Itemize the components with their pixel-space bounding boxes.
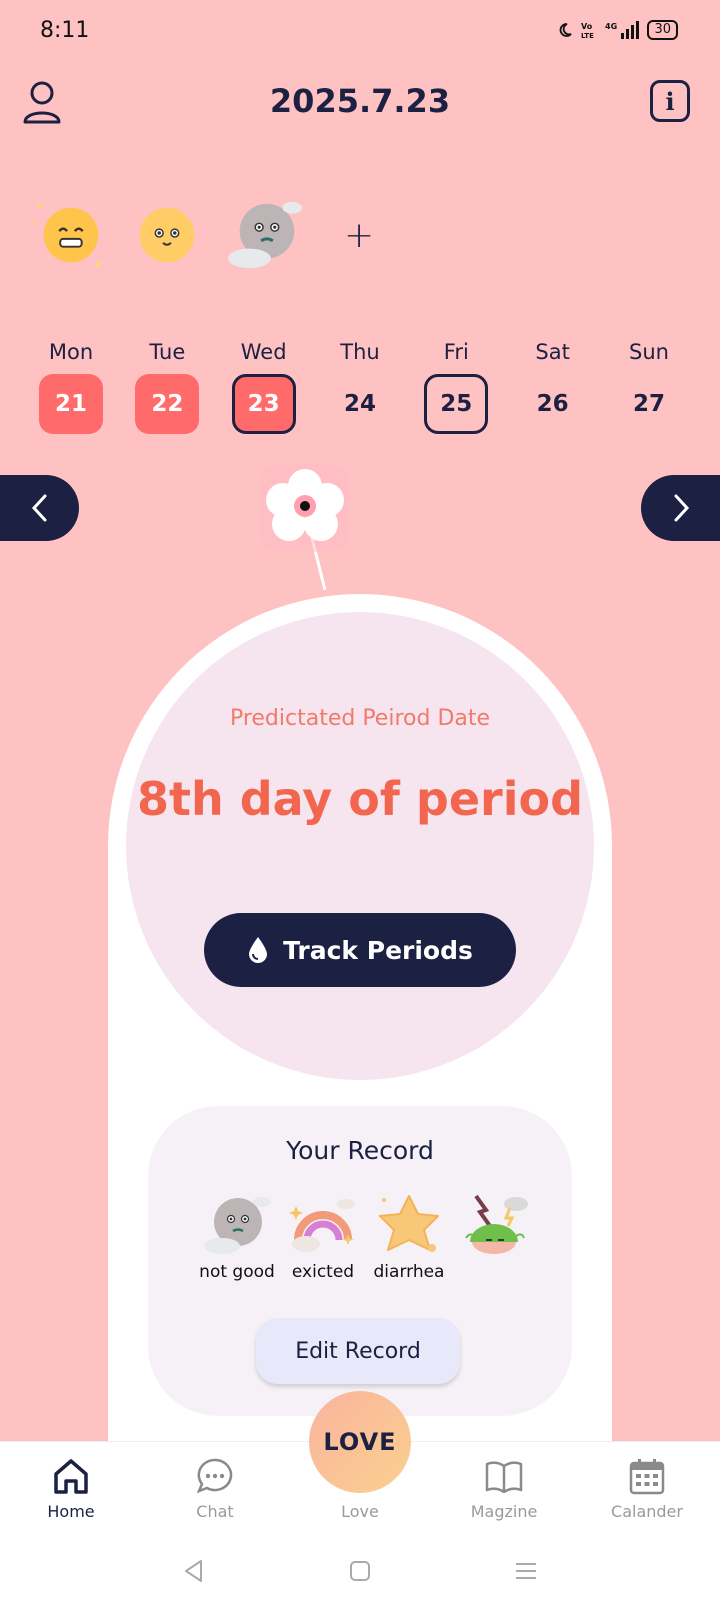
status-time: 8:11 — [40, 18, 90, 43]
page-title: 2025.7.23 — [269, 82, 451, 120]
nav-chat[interactable]: Chat — [155, 1456, 275, 1521]
day-wed[interactable]: Wed 23 — [219, 340, 309, 434]
day-name: Sat — [535, 340, 570, 364]
svg-text:LTE: LTE — [581, 32, 594, 39]
book-icon — [485, 1461, 523, 1494]
calendar-icon — [629, 1459, 665, 1495]
flower-icon — [261, 464, 349, 591]
day-number: 25 — [424, 374, 489, 434]
day-number: 27 — [632, 391, 665, 417]
nav-magazine[interactable]: Magzine — [444, 1456, 564, 1521]
day-number: 23 — [231, 374, 296, 434]
info-icon: i — [665, 86, 675, 116]
status-icons: Vo LTE 4G 30 — [557, 20, 678, 40]
prediction-label: Predictated Peirod Date — [229, 706, 491, 731]
moon-cloud-sticker-icon — [204, 1197, 271, 1254]
home-icon — [54, 1459, 88, 1494]
svg-text:Vo: Vo — [581, 22, 593, 31]
day-name: Wed — [240, 340, 287, 364]
info-button[interactable]: i — [650, 80, 690, 122]
header: 2025.7.23 i — [0, 72, 720, 132]
nav-label: Love — [341, 1502, 379, 1521]
day-name: Tue — [149, 340, 186, 364]
battery-indicator: 30 — [647, 20, 678, 40]
moon-icon — [560, 23, 573, 37]
day-number: 26 — [536, 391, 569, 417]
chevron-left-icon — [31, 494, 46, 522]
status-bar: 8:11 Vo LTE 4G 30 — [0, 0, 720, 60]
add-mood-button[interactable]: + — [344, 215, 374, 256]
svg-text:4G: 4G — [605, 22, 617, 31]
signal-icon: 4G — [605, 21, 640, 39]
record-card: Your Record not good exicted diarrhea Ed… — [148, 1106, 572, 1416]
nav-label: Calander — [611, 1502, 683, 1521]
back-icon[interactable] — [181, 1558, 207, 1584]
record-items: not good exicted diarrhea — [196, 1192, 536, 1284]
nav-home[interactable]: Home — [11, 1456, 131, 1521]
moon-cloud-sticker-icon[interactable] — [226, 196, 304, 274]
love-fab-button[interactable]: LOVE — [309, 1391, 411, 1493]
nav-calendar[interactable]: Calander — [587, 1456, 707, 1521]
chat-icon — [196, 1458, 233, 1494]
chevron-right-icon — [674, 494, 689, 522]
prediction-value: 8th day of period — [136, 772, 584, 826]
day-mon[interactable]: Mon 21 — [26, 340, 116, 434]
day-name: Mon — [48, 340, 94, 364]
system-nav-bar — [0, 1541, 720, 1600]
happy-sun-sticker-icon[interactable] — [30, 196, 108, 274]
record-label: exicted — [291, 1262, 355, 1282]
day-fri[interactable]: Fri 25 — [411, 340, 501, 434]
day-tue[interactable]: Tue 22 — [122, 340, 212, 434]
rainbow-sticker-icon — [289, 1199, 355, 1252]
day-number: 21 — [39, 374, 103, 434]
record-label: not good — [199, 1262, 275, 1282]
storm-head-sticker-icon — [465, 1194, 528, 1254]
home-circle-icon[interactable] — [347, 1558, 373, 1584]
period-circle — [126, 612, 594, 1080]
mood-row: + — [30, 190, 374, 280]
nav-label: Chat — [196, 1502, 234, 1521]
day-name: Sun — [628, 340, 669, 364]
day-number: 22 — [135, 374, 200, 434]
record-label: diarrhea — [373, 1262, 445, 1282]
day-thu[interactable]: Thu 24 — [315, 340, 405, 434]
nav-label: Home — [47, 1502, 95, 1521]
track-periods-button[interactable]: Track Periods — [204, 913, 516, 987]
day-sun[interactable]: Sun 27 — [604, 340, 694, 434]
menu-icon[interactable] — [513, 1558, 539, 1584]
day-name: Fri — [443, 340, 469, 364]
edit-record-button[interactable]: Edit Record — [256, 1318, 460, 1384]
week-selector: Mon 21 Tue 22 Wed 23 Thu 24 Fri 25 Sat 26 Sun 2… — [26, 340, 694, 434]
record-item: not good — [196, 1192, 278, 1284]
track-periods-label: Track Periods — [283, 935, 473, 965]
star-splat-sticker-icon — [379, 1195, 439, 1252]
day-number: 24 — [343, 391, 376, 417]
nav-label: Magzine — [470, 1502, 538, 1521]
cute-sun-sticker-icon[interactable] — [128, 196, 206, 274]
day-name: Thu — [340, 340, 380, 364]
prev-week-button[interactable] — [0, 475, 79, 541]
volte-icon: VoLTE — [581, 22, 594, 39]
record-item: exicted — [282, 1192, 364, 1284]
next-week-button[interactable] — [641, 475, 720, 541]
record-item — [454, 1192, 536, 1284]
drop-icon — [249, 937, 268, 963]
record-title: Your Record — [286, 1136, 434, 1165]
day-sat[interactable]: Sat 26 — [508, 340, 598, 434]
record-item: diarrhea — [368, 1192, 450, 1284]
